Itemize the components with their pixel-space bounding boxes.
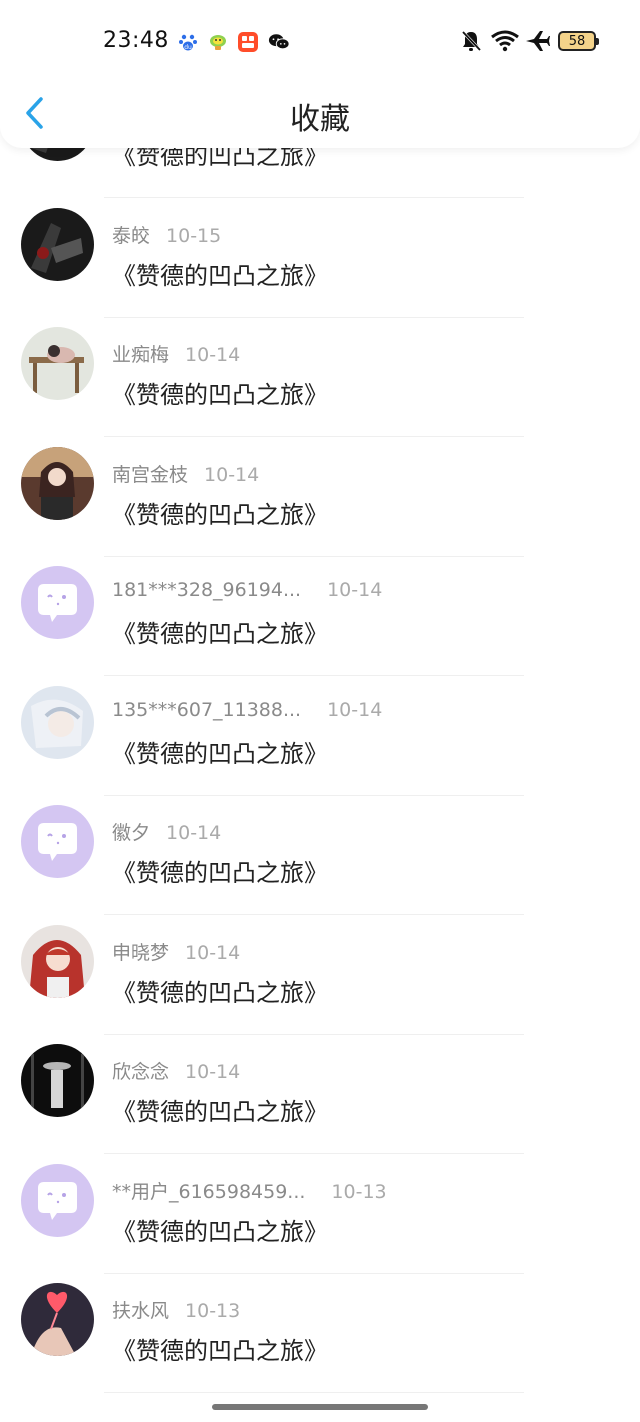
list-item[interactable]: **用户_616598459... 10-13 《赞德的凹凸之旅》 [0, 1131, 640, 1274]
avatar-photo[interactable] [21, 208, 94, 281]
status-time: 23:48 [103, 28, 169, 53]
default-avatar-icon[interactable] [21, 1164, 94, 1237]
item-date: 10-15 [166, 225, 222, 247]
avatar-photo[interactable] [21, 447, 94, 520]
user-name[interactable]: 申晓梦 [112, 942, 169, 964]
list-item[interactable]: 扶水风 10-13 《赞德的凹凸之旅》 [0, 1250, 640, 1393]
default-avatar-icon[interactable] [21, 566, 94, 639]
list-item[interactable]: 135***607_11388... 10-14 《赞德的凹凸之旅》 [0, 653, 640, 796]
wechat-icon [268, 31, 290, 53]
item-meta: 泰皎 10-15 [112, 221, 221, 248]
item-meta: 徽夕 10-14 [112, 818, 221, 845]
avatar-photo[interactable] [21, 1044, 94, 1117]
item-title[interactable]: 《赞德的凹凸之旅》 [112, 495, 328, 530]
item-meta: 申晓梦 10-14 [112, 938, 240, 965]
kuaishou-icon [237, 31, 259, 53]
user-name[interactable]: 扶水风 [112, 1300, 169, 1322]
item-meta: 扶水风 10-13 [112, 1296, 240, 1323]
baidu-icon: du [177, 31, 199, 53]
list-item[interactable]: 181***328_96194... 10-14 《赞德的凹凸之旅》 [0, 533, 640, 676]
item-date: 10-13 [331, 1181, 387, 1203]
item-title[interactable]: 《赞德的凹凸之旅》 [112, 1212, 328, 1247]
row-divider [104, 1392, 524, 1393]
item-date: 10-14 [327, 699, 383, 721]
airplane-icon [524, 28, 550, 54]
item-title[interactable]: 《赞德的凹凸之旅》 [112, 1092, 328, 1127]
list-item[interactable]: 徽夕 10-14 《赞德的凹凸之旅》 [0, 772, 640, 915]
mute-icon [460, 28, 482, 54]
item-date: 10-13 [185, 1300, 241, 1322]
user-name[interactable]: 南宫金枝 [112, 464, 188, 486]
item-date: 10-14 [185, 942, 241, 964]
qq-icon [207, 31, 229, 53]
user-name[interactable]: 泰皎 [112, 225, 150, 247]
item-title[interactable]: 《赞德的凹凸之旅》 [112, 1331, 328, 1366]
page-title: 收藏 [290, 102, 350, 137]
item-title[interactable]: 《赞德的凹凸之旅》 [112, 256, 328, 291]
list-item[interactable]: 业痴梅 10-14 《赞德的凹凸之旅》 [0, 294, 640, 437]
item-date: 10-14 [166, 822, 222, 844]
user-name[interactable]: **用户_616598459... [112, 1181, 305, 1203]
item-meta: 181***328_96194... 10-14 [112, 579, 382, 601]
home-indicator[interactable] [212, 1404, 428, 1410]
user-name[interactable]: 欣念念 [112, 1061, 169, 1083]
user-name[interactable]: 181***328_96194... [112, 579, 301, 601]
svg-text:du: du [184, 44, 192, 51]
avatar-photo[interactable] [21, 686, 94, 759]
user-name[interactable]: 135***607_11388... [112, 699, 301, 721]
item-title[interactable]: 《赞德的凹凸之旅》 [112, 375, 328, 410]
status-bar: 23:48 du [0, 0, 640, 82]
item-title[interactable]: 《赞德的凹凸之旅》 [112, 734, 328, 769]
user-name[interactable]: 业痴梅 [112, 344, 169, 366]
list-item[interactable]: 申晓梦 10-14 《赞德的凹凸之旅》 [0, 892, 640, 1035]
item-meta: **用户_616598459... 10-13 [112, 1177, 387, 1204]
list-item[interactable]: 泰皎 10-15 《赞德的凹凸之旅》 [0, 175, 640, 318]
item-date: 10-14 [327, 579, 383, 601]
item-meta: 南宫金枝 10-14 [112, 460, 259, 487]
user-name[interactable]: 徽夕 [112, 822, 150, 844]
default-avatar-icon[interactable] [21, 805, 94, 878]
item-title[interactable]: 《赞德的凹凸之旅》 [112, 973, 328, 1008]
item-meta: 欣念念 10-14 [112, 1057, 240, 1084]
item-title[interactable]: 《赞德的凹凸之旅》 [112, 853, 328, 888]
item-date: 10-14 [185, 1061, 241, 1083]
item-title[interactable]: 《赞德的凹凸之旅》 [112, 614, 328, 649]
item-meta: 业痴梅 10-14 [112, 340, 240, 367]
avatar-photo[interactable] [21, 1283, 94, 1356]
battery-level: 58 [568, 33, 586, 49]
item-date: 10-14 [185, 344, 241, 366]
item-meta: 135***607_11388... 10-14 [112, 699, 382, 721]
wifi-icon [490, 28, 520, 54]
avatar-photo[interactable] [21, 925, 94, 998]
list-item[interactable]: 欣念念 10-14 《赞德的凹凸之旅》 [0, 1011, 640, 1154]
item-date: 10-14 [204, 464, 260, 486]
battery-indicator: 58 [558, 31, 599, 51]
header-bar: 23:48 du 58 收藏 [0, 0, 640, 148]
avatar-photo[interactable] [21, 327, 94, 400]
list-item[interactable]: 南宫金枝 10-14 《赞德的凹凸之旅》 [0, 414, 640, 557]
